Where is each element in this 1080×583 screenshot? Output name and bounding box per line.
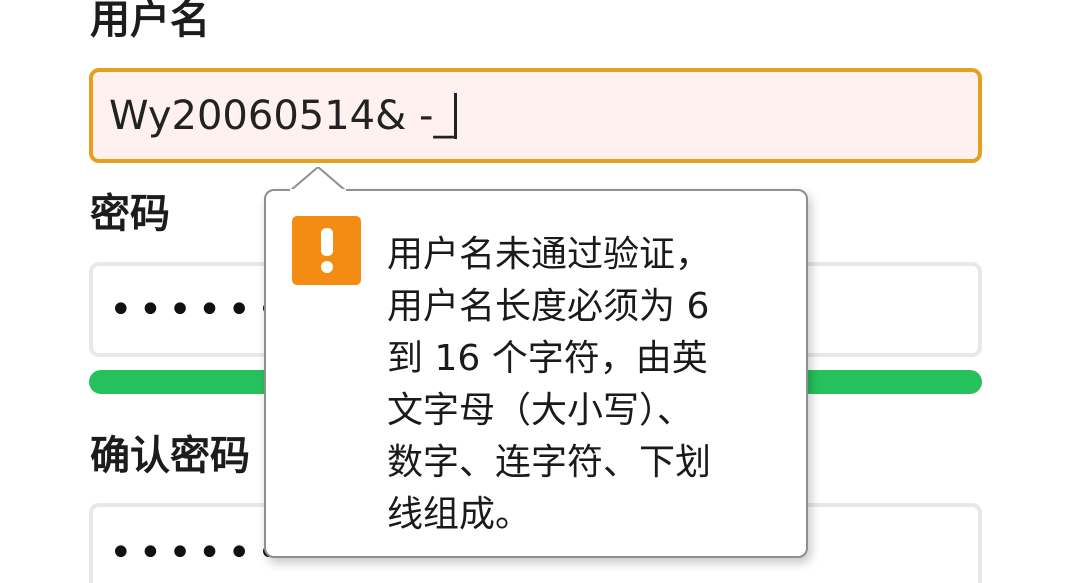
- username-value: Wy20060514& -_: [109, 92, 454, 139]
- warning-exclamation-icon: [292, 216, 361, 285]
- password-label: 密码: [90, 191, 170, 237]
- username-input[interactable]: Wy20060514& -_: [89, 68, 982, 163]
- confirm-password-label: 确认密码: [90, 433, 250, 479]
- username-label: 用户名: [90, 0, 210, 43]
- registration-form: 用户名 Wy20060514& -_ 密码 •••••••• 确认密码 ••••…: [0, 0, 1080, 583]
- validation-tooltip: 用户名未通过验证， 用户名长度必须为 6 到 16 个字符，由英 文字母（大小写…: [264, 189, 808, 558]
- validation-message: 用户名未通过验证， 用户名长度必须为 6 到 16 个字符，由英 文字母（大小写…: [387, 234, 712, 535]
- text-caret: [454, 92, 458, 139]
